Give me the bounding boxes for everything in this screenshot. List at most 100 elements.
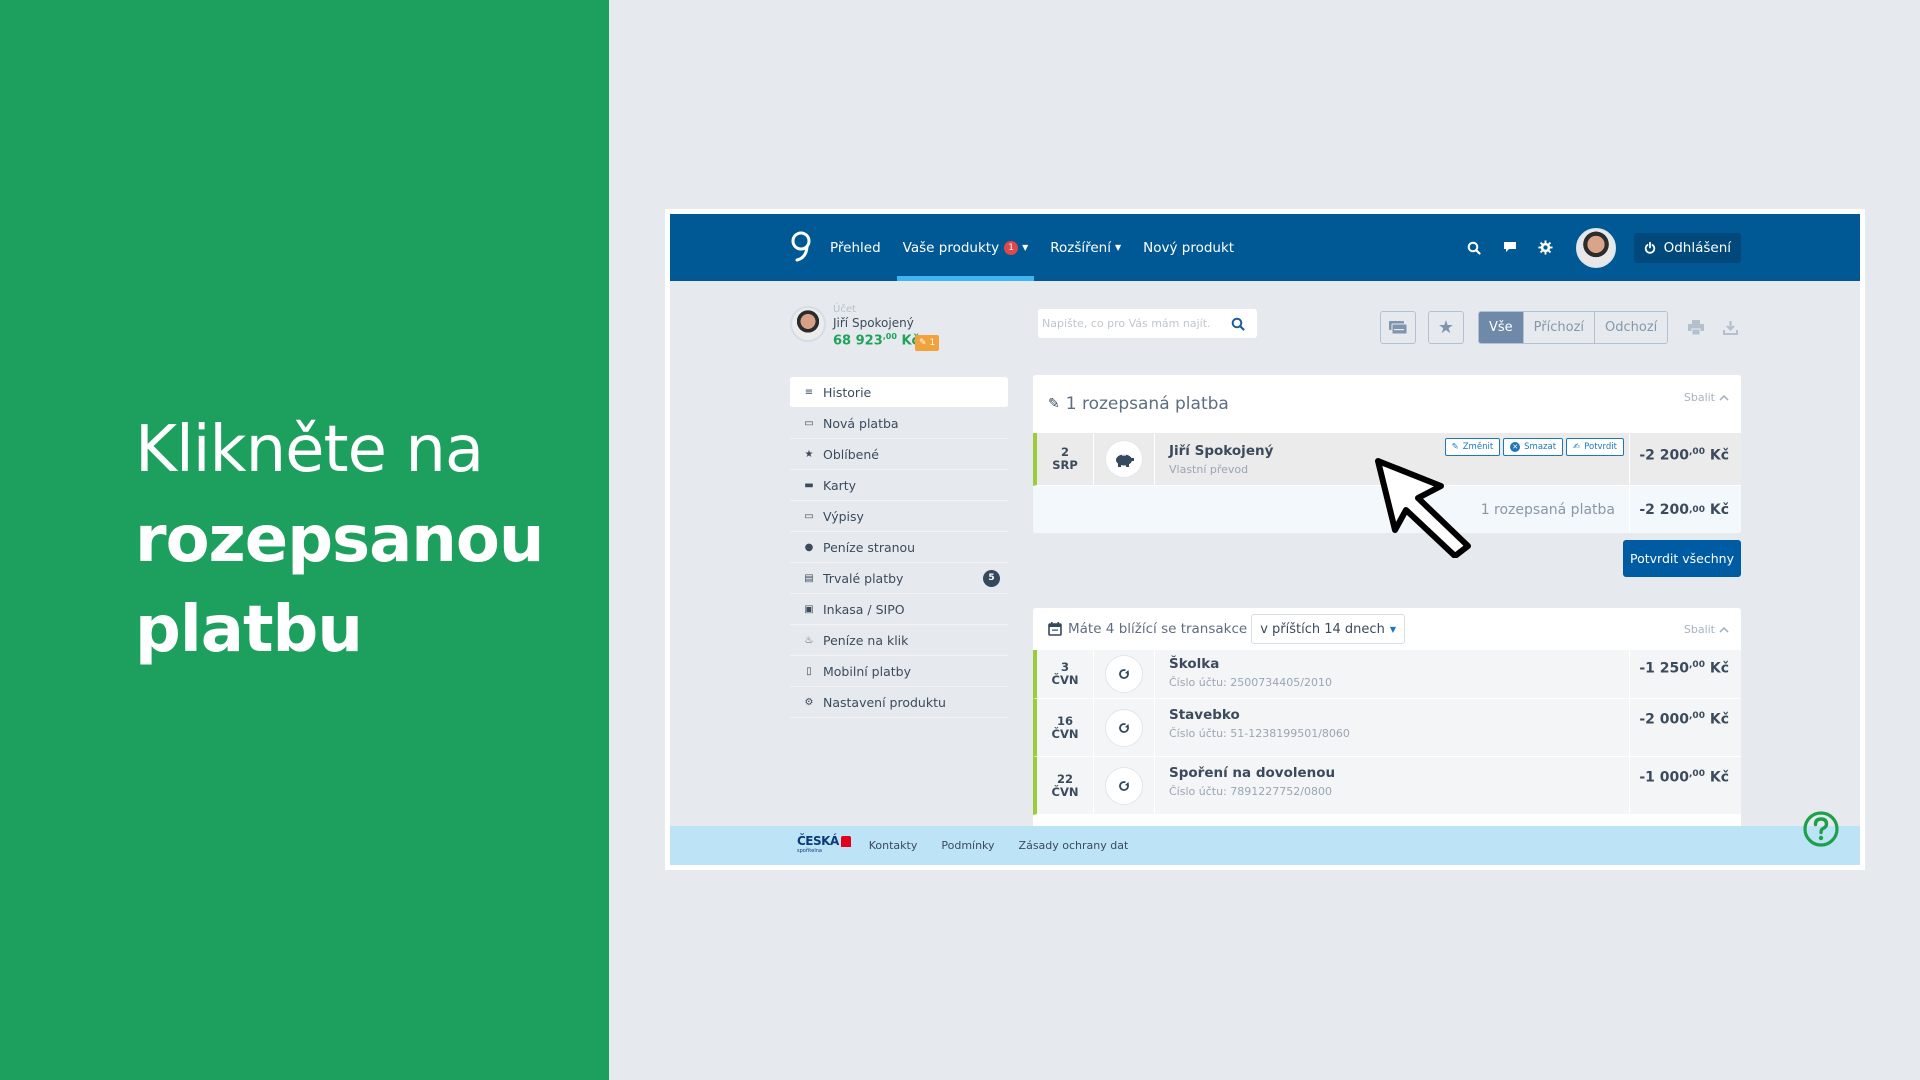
upcoming-transaction-row[interactable]: 22 ČVN Spoření na dovolenou Číslo účtu: 78… xyxy=(1033,757,1741,815)
payment-amount: -2 200,00 Kč xyxy=(1629,433,1741,485)
help-icon[interactable] xyxy=(1802,810,1840,848)
sidebar-item-label: Historie xyxy=(823,384,872,400)
print-button[interactable] xyxy=(1682,314,1710,340)
draft-payment-row[interactable]: 2 SRP Jiří Spokojený Vlastní převod ✎ Změ… xyxy=(1033,433,1741,486)
sidebar-item-trvale-platby[interactable]: ▤ Trvalé platby 5 xyxy=(790,563,1008,594)
ceska-sporitelna-logo[interactable]: ČESKÁ spořitelna xyxy=(797,835,851,856)
sidebar-item-vypisy[interactable]: ▭ Výpisy xyxy=(790,501,1008,532)
favorites-filter-button[interactable]: ★ xyxy=(1428,311,1464,344)
account-number: Číslo účtu: 2500734405/2010 xyxy=(1169,676,1332,689)
calendar-icon xyxy=(1048,622,1062,636)
chevron-up-icon xyxy=(1719,626,1729,633)
cogs-icon: ⚙ xyxy=(804,696,814,708)
filter-prichozi[interactable]: Příchozí xyxy=(1523,312,1596,343)
sidebar-item-penize-stranou[interactable]: ● Peníze stranou xyxy=(790,532,1008,563)
edit-label: Změnit xyxy=(1462,442,1494,452)
pending-drafts-badge[interactable]: ✎ 1 xyxy=(915,335,940,351)
amount-currency: Kč xyxy=(1709,769,1729,786)
filter-vse[interactable]: Vše xyxy=(1479,312,1524,343)
delete-label: Smazat xyxy=(1524,442,1557,452)
cards-filter-button[interactable] xyxy=(1380,311,1416,344)
period-select[interactable]: v příštích 14 dnech ▼ xyxy=(1251,614,1405,644)
logout-button[interactable]: Odhlášení xyxy=(1633,232,1741,263)
summary-label: 1 rozepsaná platba xyxy=(1480,501,1615,518)
collapse-toggle[interactable]: Sbalit xyxy=(1684,391,1729,404)
account-name[interactable]: Jiří Spokojený xyxy=(833,316,914,330)
sidebar-item-label: Inkasa / SIPO xyxy=(823,601,905,617)
nav-label: Přehled xyxy=(830,239,881,256)
account-profile: Účet Jiří Spokojený 68 923,00 Kč ✎ 1 xyxy=(790,304,1020,356)
main-nav: Přehled Vaše produkty 1 ▼ Rozšíření ▼ No… xyxy=(830,214,1256,281)
payment-type-cell xyxy=(1094,433,1155,485)
payment-type-cell xyxy=(1094,650,1155,698)
user-avatar[interactable] xyxy=(1575,227,1616,268)
sidebar-item-inkasa-sipo[interactable]: ▣ Inkasa / SIPO xyxy=(790,594,1008,625)
search-icon xyxy=(1231,317,1245,331)
caret-down-icon: ▼ xyxy=(1115,243,1122,252)
payment-info: Stavebko Číslo účtu: 51-1238199501/8060 xyxy=(1155,699,1629,756)
balance-decimals: ,00 xyxy=(882,332,897,341)
confirm-draft-button[interactable]: ✍ Potvrdit xyxy=(1566,438,1624,456)
account-number: Číslo účtu: 51-1238199501/8060 xyxy=(1169,727,1350,740)
search-icon[interactable] xyxy=(1456,230,1492,266)
date-month: ČVN xyxy=(1051,784,1079,799)
piggy-bank-icon xyxy=(1105,440,1143,478)
nav-novy-produkt[interactable]: Nový produkt xyxy=(1143,214,1234,281)
account-avatar xyxy=(790,306,826,342)
amount-decimals: ,00 xyxy=(1689,504,1705,515)
caret-down-icon: ▼ xyxy=(1022,243,1029,252)
filter-odchozi[interactable]: Odchozí xyxy=(1595,312,1668,343)
upcoming-transaction-row[interactable]: 3 ČVN Školka Číslo účtu: 2500734405/2010 -… xyxy=(1033,650,1741,699)
draft-payments-panel: ✎ 1 rozepsaná platba Sbalit 2 SRP Jiří S… xyxy=(1033,375,1741,533)
amount-currency: Kč xyxy=(1709,711,1729,728)
sidebar-item-oblibene[interactable]: ★ Oblíbené xyxy=(790,439,1008,470)
sidebar-item-penize-na-klik[interactable]: ♨ Peníze na klik xyxy=(790,625,1008,656)
sidebar-item-mobilni-platby[interactable]: ▯ Mobilní platby xyxy=(790,656,1008,687)
brand-s-icon xyxy=(840,835,851,847)
amount-decimals: ,00 xyxy=(1689,447,1705,457)
payee-name: Spoření na dovolenou xyxy=(1169,765,1336,781)
sidebar-item-nova-platba[interactable]: ▭ Nová platba xyxy=(790,408,1008,439)
george-logo-icon[interactable] xyxy=(788,230,814,264)
collapse-toggle[interactable]: Sbalit xyxy=(1684,623,1729,636)
payment-date: 3 ČVN xyxy=(1037,650,1094,698)
top-header: Přehled Vaše produkty 1 ▼ Rozšíření ▼ No… xyxy=(670,214,1860,281)
footer-link-kontakty[interactable]: Kontakty xyxy=(869,839,918,852)
period-value: v příštích 14 dnech xyxy=(1260,621,1385,637)
sidebar-item-label: Oblíbené xyxy=(823,446,879,462)
statement-icon: ▭ xyxy=(804,510,814,522)
gear-icon[interactable] xyxy=(1528,230,1564,266)
recurring-icon xyxy=(1105,708,1143,747)
draft-panel-header: ✎ 1 rozepsaná platba Sbalit xyxy=(1033,375,1741,433)
nav-rozsireni[interactable]: Rozšíření ▼ xyxy=(1050,214,1121,281)
amount-decimals: ,00 xyxy=(1689,769,1705,779)
draft-actions: ✎ Změnit ✕ Smazat ✍ Potvrdit xyxy=(1444,438,1624,456)
footer-link-podminky[interactable]: Podmínky xyxy=(941,839,994,852)
amount-currency: Kč xyxy=(1709,447,1729,464)
draft-panel-title: 1 rozepsaná platba xyxy=(1065,394,1229,414)
search-button[interactable] xyxy=(1223,317,1253,331)
sidebar-item-nastaveni-produktu[interactable]: ⚙ Nastavení produktu xyxy=(790,687,1008,718)
nav-vase-produkty[interactable]: Vaše produkty 1 ▼ xyxy=(896,214,1034,281)
nav-prehled[interactable]: Přehled xyxy=(830,214,881,281)
sidebar-item-historie[interactable]: ≡ Historie xyxy=(790,377,1008,408)
instruction-line-2: rozepsanou xyxy=(135,503,544,577)
search-box xyxy=(1038,309,1257,338)
payment-description: Vlastní převod xyxy=(1169,463,1249,476)
pencil-icon: ✎ xyxy=(1451,442,1459,452)
upcoming-transaction-row[interactable]: 16 ČVN Stavebko Číslo účtu: 51-1238199501/… xyxy=(1033,699,1741,757)
delete-draft-button[interactable]: ✕ Smazat xyxy=(1503,438,1564,456)
footer-link-zasady[interactable]: Zásady ochrany dat xyxy=(1019,839,1129,852)
piggy-bank-icon: ● xyxy=(804,541,814,553)
clipboard-check-icon: ▣ xyxy=(804,603,814,615)
recurring-icon xyxy=(1105,766,1143,805)
power-icon xyxy=(1644,241,1655,254)
search-input[interactable] xyxy=(1038,317,1223,330)
chat-icon[interactable] xyxy=(1492,230,1528,266)
sidebar-item-karty[interactable]: ▬ Karty xyxy=(790,470,1008,501)
edit-draft-button[interactable]: ✎ Změnit xyxy=(1444,438,1501,456)
confirm-all-button[interactable]: Potvrdit všechny xyxy=(1623,540,1741,577)
caret-down-icon: ▼ xyxy=(1389,624,1396,634)
close-circle-icon: ✕ xyxy=(1510,442,1521,452)
download-button[interactable] xyxy=(1716,314,1744,340)
